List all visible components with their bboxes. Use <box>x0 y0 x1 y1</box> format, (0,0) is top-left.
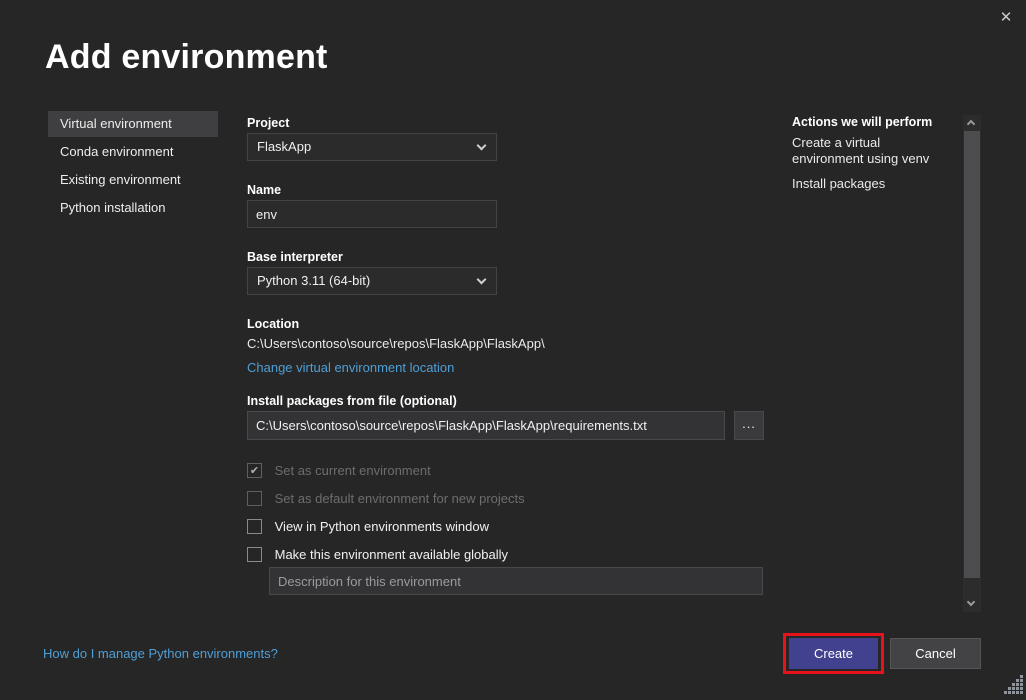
checked-checkbox-icon: ✔ <box>247 463 262 478</box>
location-path: C:\Users\contoso\source\repos\FlaskApp\F… <box>247 336 545 351</box>
scrollbar-thumb[interactable] <box>964 131 980 578</box>
chevron-down-icon <box>477 275 487 285</box>
checkbox-label: Set as current environment <box>275 463 431 478</box>
chevron-down-icon <box>477 141 487 151</box>
sidebar-item-conda-environment[interactable]: Conda environment <box>48 139 218 165</box>
unchecked-checkbox-icon <box>247 491 262 506</box>
checkbox-set-default-environment[interactable]: Set as default environment for new proje… <box>247 490 525 508</box>
base-interpreter-label: Base interpreter <box>247 250 343 264</box>
project-select[interactable]: FlaskApp <box>247 133 497 161</box>
name-field[interactable] <box>247 200 497 228</box>
scroll-up-icon[interactable] <box>963 115 981 131</box>
create-button[interactable]: Create <box>789 638 878 669</box>
checkbox-label: Make this environment available globally <box>275 547 508 562</box>
project-label: Project <box>247 116 289 130</box>
action-item: Install packages <box>792 176 948 192</box>
close-icon[interactable]: ✕ <box>994 6 1018 30</box>
cancel-button[interactable]: Cancel <box>890 638 981 669</box>
checkbox-view-python-environments[interactable]: View in Python environments window <box>247 518 489 536</box>
location-label: Location <box>247 317 299 331</box>
checkbox-make-available-globally[interactable]: Make this environment available globally <box>247 546 508 564</box>
resize-grip[interactable] <box>1004 675 1024 698</box>
sidebar-item-virtual-environment[interactable]: Virtual environment <box>48 111 218 137</box>
checkbox-label: Set as default environment for new proje… <box>275 491 525 506</box>
sidebar-item-python-installation[interactable]: Python installation <box>48 195 218 221</box>
scroll-down-icon[interactable] <box>963 596 981 612</box>
actions-panel-title: Actions we will perform <box>792 115 932 129</box>
vertical-scrollbar[interactable] <box>963 115 981 612</box>
change-location-link[interactable]: Change virtual environment location <box>247 360 454 375</box>
add-environment-dialog: ✕ Add environment Virtual environment Co… <box>0 0 1026 700</box>
manage-environments-help-link[interactable]: How do I manage Python environments? <box>43 646 278 661</box>
unchecked-checkbox-icon <box>247 519 262 534</box>
unchecked-checkbox-icon <box>247 547 262 562</box>
page-title: Add environment <box>45 38 328 77</box>
requirements-file-field[interactable] <box>247 411 725 440</box>
base-interpreter-select[interactable]: Python 3.11 (64-bit) <box>247 267 497 295</box>
install-packages-label: Install packages from file (optional) <box>247 394 457 408</box>
project-select-value: FlaskApp <box>257 139 311 154</box>
browse-button[interactable]: ... <box>734 411 764 440</box>
action-item: Create a virtual environment using venv <box>792 135 948 167</box>
environment-type-list: Virtual environment Conda environment Ex… <box>48 111 218 223</box>
base-interpreter-select-value: Python 3.11 (64-bit) <box>257 273 370 288</box>
checkbox-label: View in Python environments window <box>275 519 489 534</box>
description-field[interactable] <box>269 567 763 595</box>
sidebar-item-existing-environment[interactable]: Existing environment <box>48 167 218 193</box>
name-label: Name <box>247 183 281 197</box>
checkbox-set-current-environment[interactable]: ✔ Set as current environment <box>247 462 431 480</box>
